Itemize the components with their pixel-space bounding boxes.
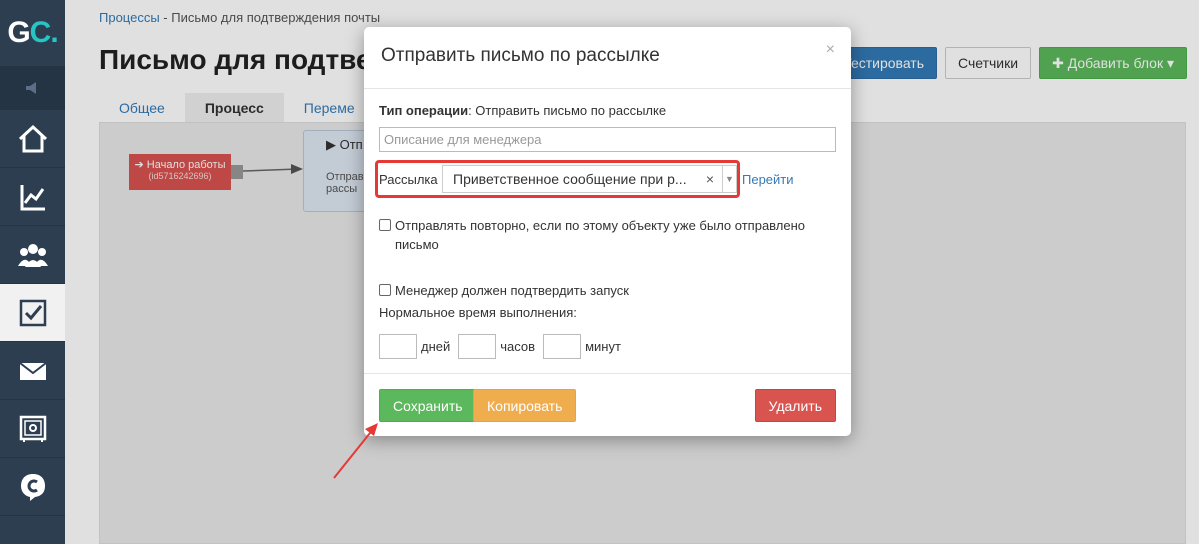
- sidebar: GC.: [0, 0, 65, 544]
- manager-confirm-checkbox[interactable]: [379, 284, 391, 296]
- time-inputs: дней часов минут: [379, 334, 836, 359]
- sidebar-item-home[interactable]: [0, 110, 65, 168]
- annotation-arrow: [333, 423, 378, 479]
- send-mailing-modal: Отправить письмо по рассылке × Тип опера…: [364, 27, 851, 436]
- mailing-selected-value: Приветственное сообщение при р...: [453, 171, 687, 187]
- manager-confirm-label: Менеджер должен подтвердить запуск: [395, 283, 629, 298]
- resend-checkbox[interactable]: [379, 219, 391, 231]
- users-icon: [17, 243, 48, 267]
- sidebar-item-chart[interactable]: [0, 168, 65, 226]
- tasks-icon: [19, 299, 46, 326]
- sidebar-item-tasks[interactable]: [0, 284, 65, 342]
- close-icon[interactable]: ×: [826, 41, 835, 59]
- manager-description-input[interactable]: [379, 127, 836, 152]
- days-input[interactable]: [379, 334, 417, 359]
- safe-icon: [19, 415, 46, 442]
- clear-selection-icon[interactable]: ×: [698, 171, 722, 187]
- copy-button[interactable]: Копировать: [473, 389, 577, 422]
- modal-title: Отправить письмо по рассылке: [381, 45, 660, 66]
- speaker-icon: [25, 82, 36, 94]
- logo[interactable]: GC.: [0, 0, 65, 66]
- chart-icon: [20, 184, 45, 210]
- normal-time-label: Нормальное время выполнения:: [379, 305, 577, 320]
- chat-icon: [20, 473, 45, 501]
- sidebar-item-safe[interactable]: [0, 400, 65, 458]
- mailing-row: Рассылка Приветственное сообщение при р.…: [375, 160, 836, 202]
- modal-footer: Сохранить Копировать Удалить: [364, 373, 851, 436]
- delete-button[interactable]: Удалить: [754, 389, 836, 422]
- mailing-select[interactable]: Приветственное сообщение при р... × ▼: [442, 165, 737, 193]
- modal-body: Тип операции: Отправить письмо по рассыл…: [364, 89, 851, 359]
- sidebar-item-chat[interactable]: [0, 458, 65, 516]
- hours-input[interactable]: [458, 334, 497, 359]
- resend-label: Отправлять повторно, если по этому объек…: [395, 218, 806, 252]
- mail-icon: [18, 361, 47, 380]
- save-button[interactable]: Сохранить: [379, 389, 477, 422]
- modal-header: Отправить письмо по рассылке ×: [364, 27, 851, 89]
- sidebar-item-mail[interactable]: [0, 342, 65, 400]
- sidebar-collapse-toggle[interactable]: [0, 66, 65, 110]
- sidebar-item-users[interactable]: [0, 226, 65, 284]
- goto-mailing-link[interactable]: Перейти: [742, 172, 794, 187]
- manager-confirm-option: Менеджер должен подтвердить запуск: [379, 281, 836, 300]
- minutes-input[interactable]: [543, 334, 582, 359]
- operation-type: Тип операции: Отправить письмо по рассыл…: [379, 103, 667, 118]
- dropdown-arrow-icon[interactable]: ▼: [722, 166, 736, 192]
- home-icon: [18, 124, 47, 152]
- resend-option: Отправлять повторно, если по этому объек…: [379, 216, 836, 254]
- mailing-label: Рассылка: [379, 172, 438, 187]
